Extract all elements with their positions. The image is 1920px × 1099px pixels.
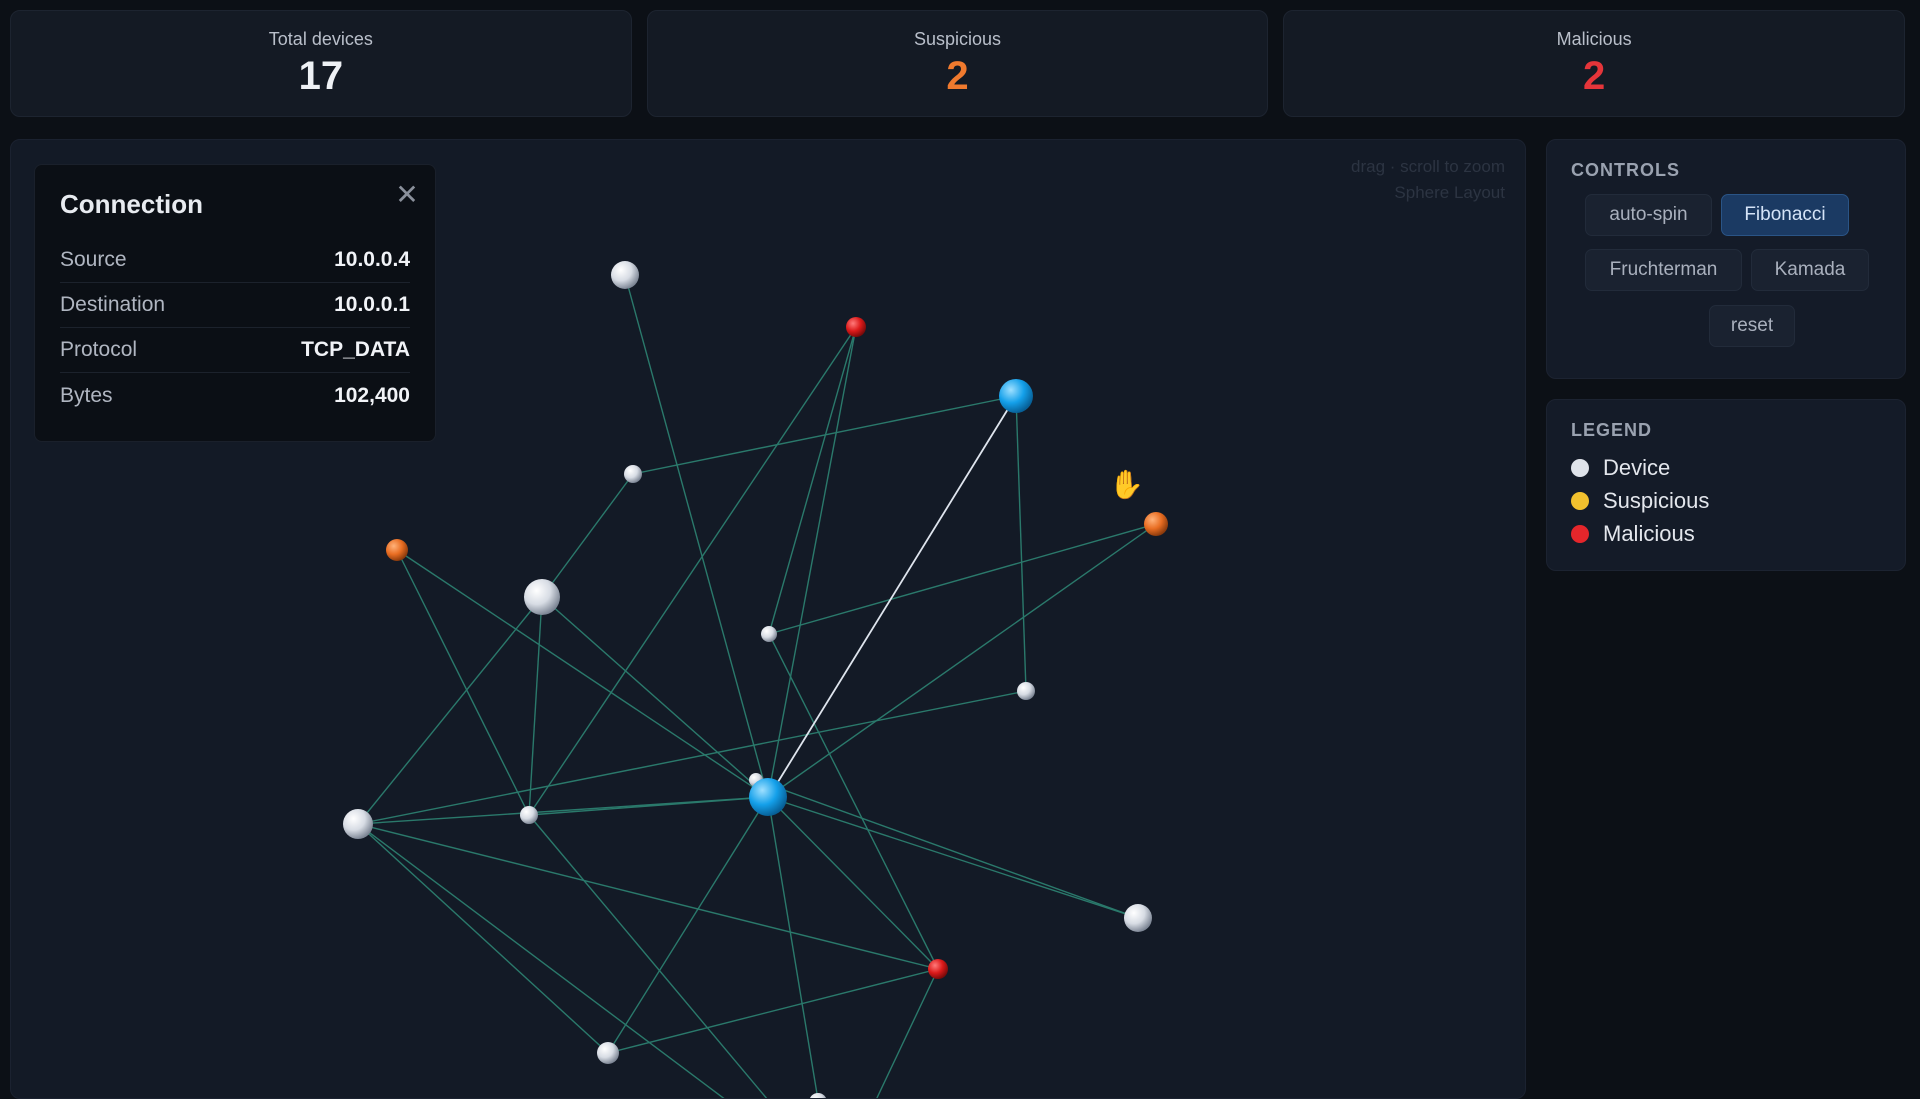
connection-value: 10.0.0.1 [334, 293, 410, 316]
connection-row-bytes: Bytes 102,400 [60, 373, 410, 418]
graph-hint: drag · scroll to zoom Sphere Layout [1351, 154, 1505, 206]
connection-key: Source [60, 248, 127, 271]
controls-heading: CONTROLS [1571, 160, 1680, 180]
graph-edge [624, 274, 769, 798]
stat-value-total-devices: 17 [298, 54, 344, 98]
graph-node-device[interactable] [761, 626, 777, 642]
graph-edge [755, 779, 1139, 919]
graph-node-device[interactable] [524, 579, 560, 615]
graph-edge [1015, 395, 1027, 692]
graph-node-suspicious[interactable] [386, 539, 408, 561]
graph-edge [768, 633, 939, 970]
connection-row-protocol: Protocol TCP_DATA [60, 328, 410, 373]
connection-row-destination: Destination 10.0.0.1 [60, 283, 410, 328]
graph-edge [357, 823, 609, 1054]
graph-edge [528, 596, 543, 816]
close-icon[interactable]: ✕ [395, 181, 419, 209]
graph-edge [767, 796, 819, 1098]
graph-edge [528, 326, 857, 816]
connection-key: Destination [60, 293, 166, 316]
graph-node-device[interactable] [520, 806, 538, 824]
malicious-dot-icon [1571, 524, 1589, 543]
kamada-layout-button[interactable]: Kamada [1751, 249, 1869, 291]
legend-item-device: Device [1571, 451, 1881, 484]
stat-card-malicious: Malicious 2 [1283, 10, 1906, 117]
stat-card-suspicious: Suspicious 2 [646, 10, 1269, 117]
graph-edge [541, 473, 634, 598]
legend-panel: LEGEND Device Suspicious Malicious [1546, 399, 1906, 571]
controls-panel: CONTROLS auto-spin Fibonacci Fruchterman… [1546, 139, 1906, 379]
connection-value: TCP_DATA [301, 338, 410, 361]
graph-edge [767, 796, 1139, 919]
legend-list: Device Suspicious Malicious [1571, 451, 1881, 550]
connection-rows: Source 10.0.0.4 Destination 10.0.0.1 Pro… [60, 238, 410, 418]
stat-label-total-devices: Total devices [268, 29, 373, 49]
fibonacci-layout-button[interactable]: Fibonacci [1721, 194, 1849, 236]
graph-node-selected-source[interactable] [749, 778, 787, 816]
graph-edge [607, 796, 769, 1054]
stats-bar: Total devices 17 Suspicious 2 Malicious … [10, 10, 1906, 117]
stat-label-malicious: Malicious [1556, 29, 1632, 49]
fruchterman-layout-button[interactable]: Fruchterman [1585, 249, 1742, 291]
legend-label: Device [1603, 454, 1671, 480]
stat-label-suspicious: Suspicious [913, 29, 1002, 49]
graph-edge [357, 823, 725, 1098]
legend-heading: LEGEND [1571, 420, 1653, 440]
graph-nodes [343, 261, 1168, 1099]
connection-title: Connection [60, 189, 203, 219]
suspicious-dot-icon [1571, 491, 1589, 510]
graph-edge [528, 796, 769, 816]
legend-item-malicious: Malicious [1571, 517, 1881, 550]
graph-edge [528, 814, 768, 1098]
graph-edge-selected[interactable] [772, 395, 1017, 791]
graph-edge [357, 690, 1027, 825]
graph-node-device[interactable] [343, 809, 373, 839]
connection-value: 102,400 [334, 383, 410, 407]
connection-row-source: Source 10.0.0.4 [60, 238, 410, 283]
graph-edge [767, 523, 1157, 798]
connection-key: Protocol [60, 338, 138, 361]
connection-key: Bytes [60, 383, 113, 407]
graph-node-device[interactable] [611, 261, 639, 289]
stat-value-suspicious: 2 [946, 54, 969, 98]
graph-node-malicious[interactable] [846, 317, 866, 337]
graph-edge [357, 596, 543, 825]
hand-grab-icon: ✋ [1109, 469, 1144, 500]
graph-hint-layout: Sphere Layout [1394, 183, 1505, 202]
graph-node-device[interactable] [597, 1042, 619, 1064]
legend-item-suspicious: Suspicious [1571, 484, 1881, 517]
legend-label: Suspicious [1603, 487, 1710, 513]
graph-edge [768, 523, 1157, 635]
graph-edge [632, 395, 1017, 475]
network-graph-panel[interactable]: drag · scroll to zoom Sphere Layout Conn… [10, 139, 1526, 1099]
graph-edge [607, 968, 939, 1054]
graph-node-device[interactable] [1017, 682, 1035, 700]
auto-spin-button[interactable]: auto-spin [1585, 194, 1712, 236]
graph-node-selected-destination[interactable] [999, 379, 1033, 413]
device-dot-icon [1571, 458, 1589, 477]
reset-button[interactable]: reset [1709, 305, 1795, 347]
graph-node-device[interactable] [1124, 904, 1152, 932]
stat-value-malicious: 2 [1583, 54, 1606, 98]
stat-card-total-devices: Total devices 17 [10, 10, 632, 117]
graph-edges [357, 274, 1157, 1098]
connection-value: 10.0.0.4 [334, 248, 410, 271]
graph-node-device[interactable] [809, 1093, 827, 1099]
graph-edge [396, 549, 530, 816]
graph-edge [767, 796, 939, 970]
legend-label: Malicious [1603, 520, 1695, 546]
graph-edge [396, 549, 769, 798]
graph-node-malicious[interactable] [928, 959, 948, 979]
graph-node-device[interactable] [624, 465, 642, 483]
connection-details-card: Connection ✕ Source 10.0.0.4 Destination… [34, 164, 436, 442]
graph-node-suspicious[interactable] [1144, 512, 1168, 536]
graph-hint-interaction: drag · scroll to zoom [1351, 157, 1505, 176]
graph-edge [357, 823, 939, 970]
graph-edge [768, 326, 857, 635]
